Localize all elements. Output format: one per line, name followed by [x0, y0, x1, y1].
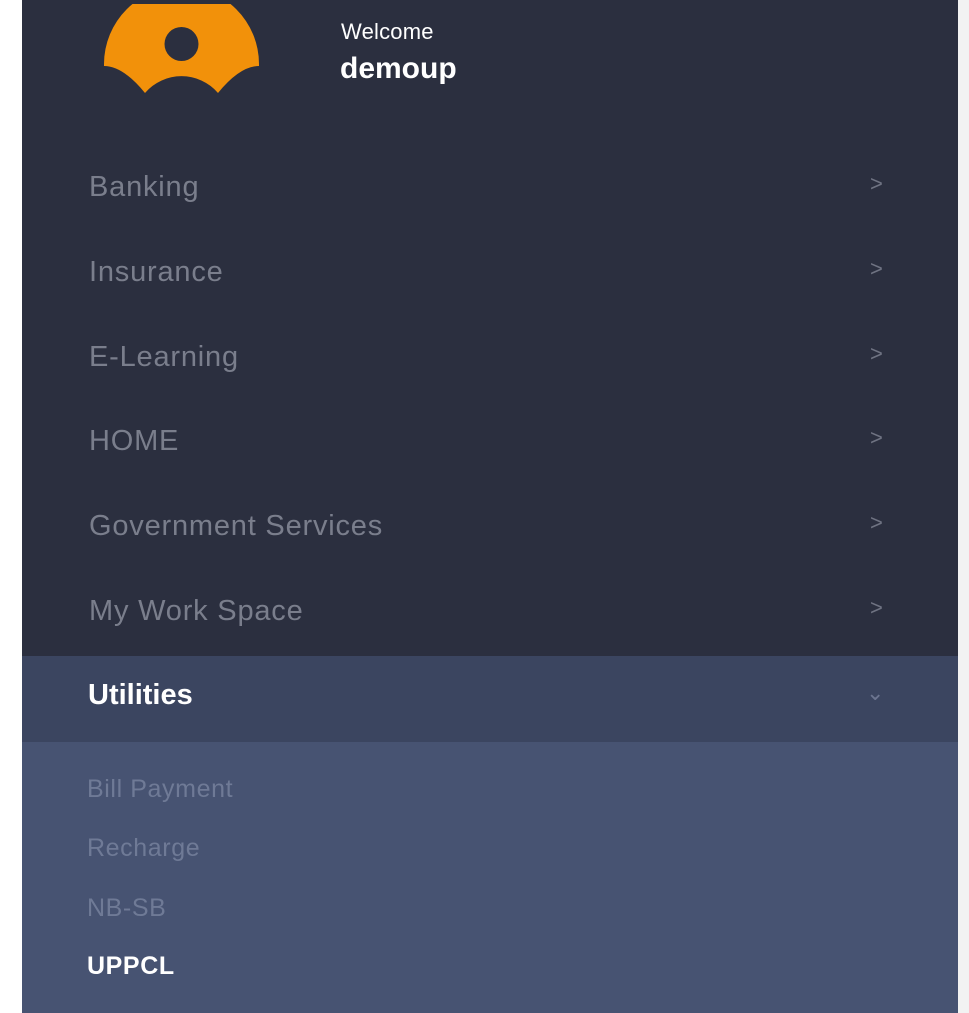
user-avatar-icon[interactable]	[100, 4, 263, 104]
menu-item-insurance[interactable]: Insurance >	[22, 233, 958, 319]
submenu-item-recharge[interactable]: Recharge	[87, 834, 200, 863]
menu-item-label: Insurance	[89, 256, 224, 288]
menu-item-label: Utilities	[88, 679, 193, 711]
menu-item-home[interactable]: HOME >	[22, 402, 958, 488]
chevron-right-icon: >	[870, 341, 883, 366]
user-profile: Welcome demoup	[22, 0, 958, 148]
menu-item-my-work-space[interactable]: My Work Space >	[22, 572, 958, 658]
chevron-right-icon: >	[870, 510, 883, 535]
chevron-right-icon: >	[870, 425, 883, 450]
chevron-right-icon: >	[870, 256, 883, 281]
chevron-down-icon: ⌄	[866, 680, 885, 705]
menu-item-e-learning[interactable]: E-Learning >	[22, 318, 958, 404]
screen: Welcome demoup Banking > Insurance > E-L…	[0, 0, 969, 1013]
menu-item-label: My Work Space	[89, 595, 304, 627]
menu-item-label: E-Learning	[89, 341, 239, 373]
menu-item-government-services[interactable]: Government Services >	[22, 487, 958, 573]
menu-item-label: Government Services	[89, 510, 384, 542]
menu-item-utilities[interactable]: Utilities ⌄	[22, 656, 958, 742]
chevron-right-icon: >	[870, 595, 883, 620]
menu-item-label: Banking	[89, 171, 200, 203]
menu-item-label: HOME	[89, 425, 180, 457]
submenu-item-nb-sb[interactable]: NB-SB	[87, 894, 166, 923]
chevron-right-icon: >	[870, 171, 883, 196]
sidebar-nav: Welcome demoup Banking > Insurance > E-L…	[22, 0, 958, 1013]
utilities-submenu: Bill Payment Recharge NB-SB UPPCL	[22, 742, 958, 1013]
submenu-item-uppcl[interactable]: UPPCL	[87, 952, 175, 981]
menu-item-banking[interactable]: Banking >	[22, 148, 958, 234]
submenu-item-bill-payment[interactable]: Bill Payment	[87, 775, 233, 804]
page-edge	[958, 0, 969, 1013]
welcome-label: Welcome	[341, 19, 434, 44]
username: demoup	[340, 52, 457, 85]
